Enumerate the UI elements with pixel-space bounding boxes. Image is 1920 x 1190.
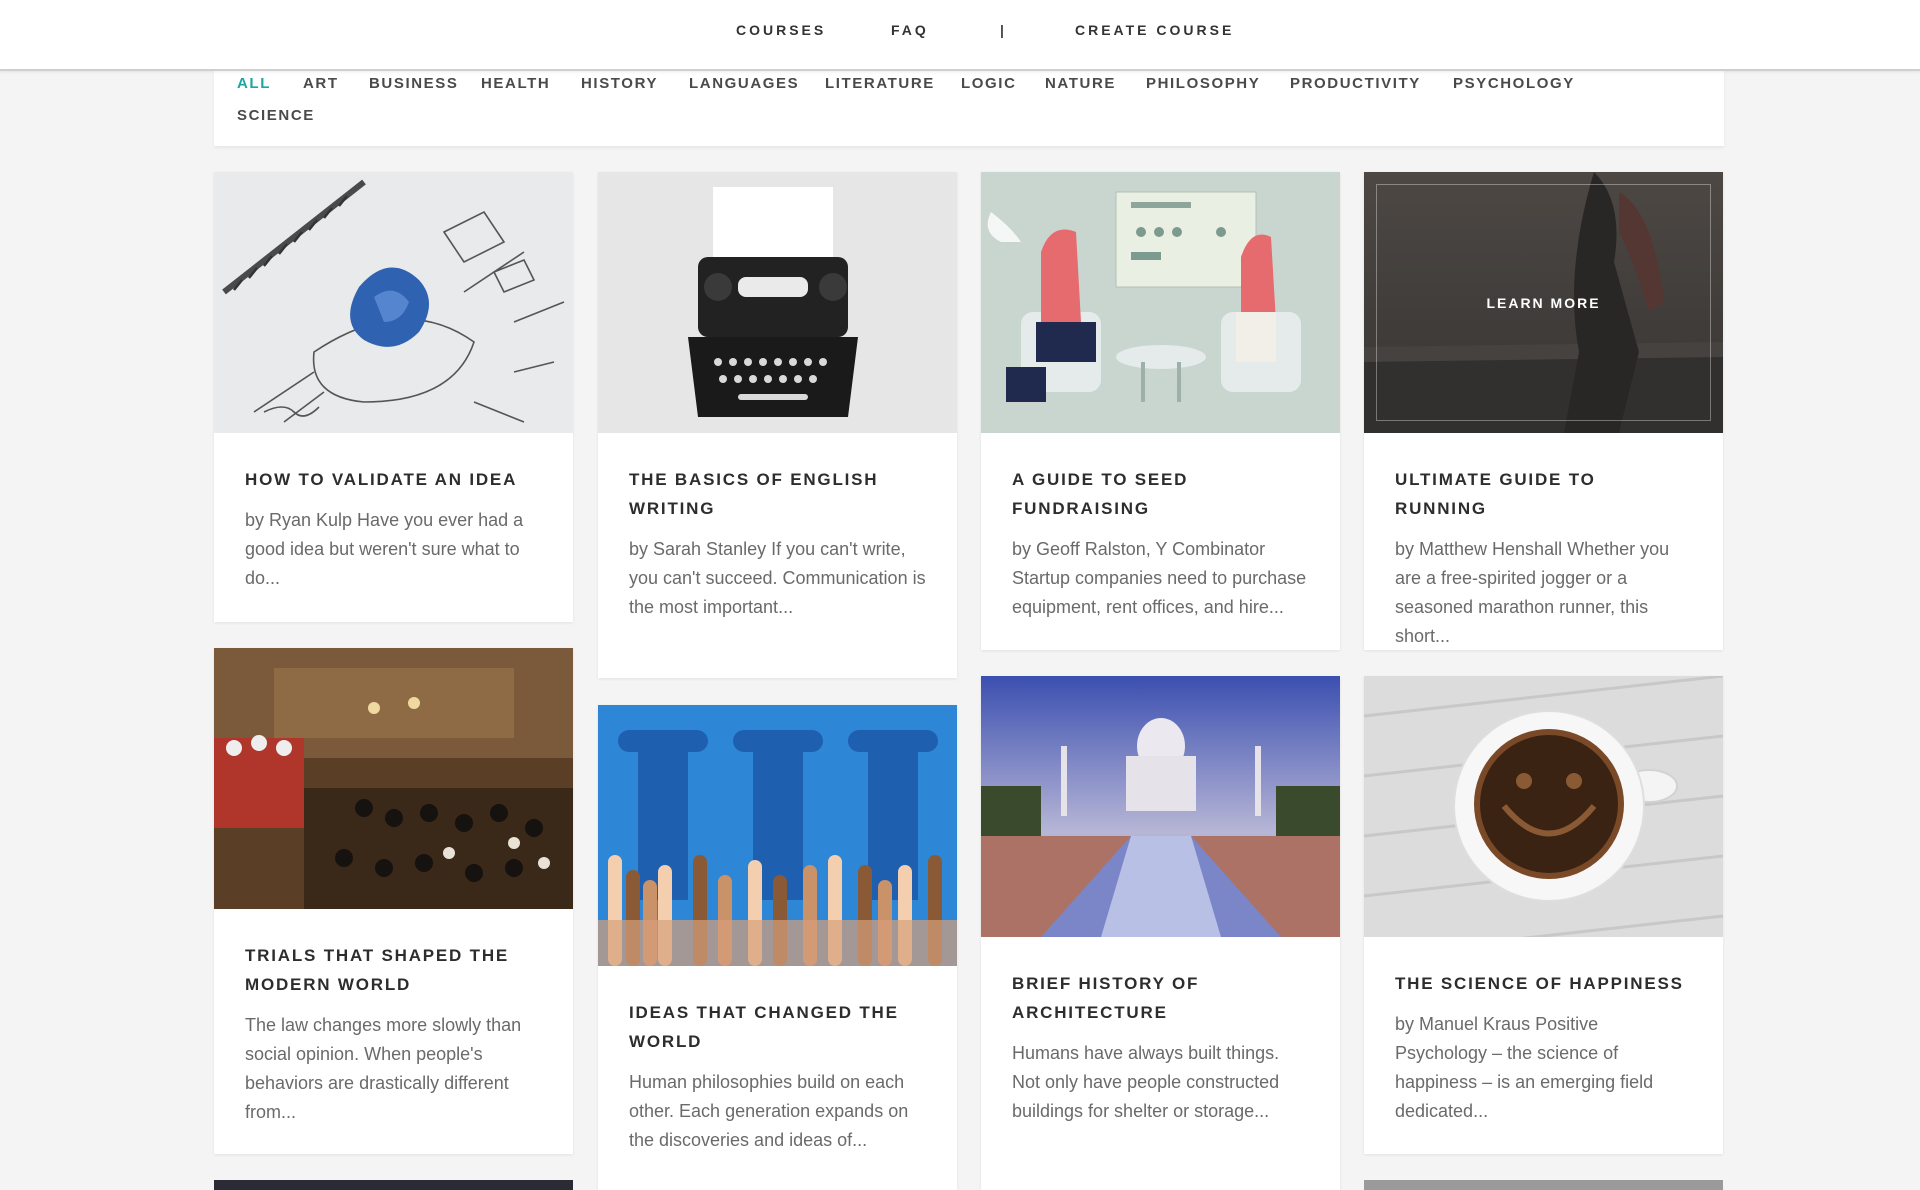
course-image-ideas — [598, 705, 957, 966]
category-psychology[interactable]: PSYCHOLOGY — [1453, 75, 1575, 92]
course-image-typewriter — [598, 172, 957, 433]
course-excerpt: by Ryan Kulp Have you ever had a good id… — [245, 510, 524, 588]
course-title[interactable]: THE SCIENCE OF HAPPINESS — [1395, 969, 1693, 998]
next-course-card-peek[interactable] — [214, 1180, 573, 1190]
category-history[interactable]: HISTORY — [581, 75, 658, 92]
course-card[interactable]: A GUIDE TO SEED FUNDRAISING by Geoff Ral… — [981, 172, 1340, 650]
category-all[interactable]: ALL — [237, 75, 271, 92]
course-title[interactable]: THE BASICS OF ENGLISH WRITING — [629, 465, 927, 523]
top-nav: COURSES FAQ | CREATE COURSE — [0, 0, 1920, 71]
course-image-fundraising — [981, 172, 1340, 433]
course-card[interactable]: TRIALS THAT SHAPED THE MODERN WORLD The … — [214, 648, 573, 1154]
course-excerpt: by Geoff Ralston, Y Combinator Startup c… — [1012, 539, 1307, 617]
course-title[interactable]: IDEAS THAT CHANGED THE WORLD — [629, 998, 927, 1056]
category-languages[interactable]: LANGUAGES — [689, 75, 799, 92]
course-title[interactable]: TRIALS THAT SHAPED THE MODERN WORLD — [245, 941, 543, 999]
course-title[interactable]: ULTIMATE GUIDE TO RUNNING — [1395, 465, 1693, 523]
category-business[interactable]: BUSINESS — [369, 75, 459, 92]
course-card[interactable]: HOW TO VALIDATE AN IDEA by Ryan Kulp Hav… — [214, 172, 573, 622]
course-image-taj-mahal — [981, 676, 1340, 937]
learn-more-overlay[interactable]: LEARN MORE — [1364, 172, 1723, 433]
category-science[interactable]: SCIENCE — [237, 107, 315, 124]
course-excerpt: by Sarah Stanley If you can't write, you… — [629, 539, 926, 617]
course-title[interactable]: BRIEF HISTORY OF ARCHITECTURE — [1012, 969, 1310, 1027]
course-card[interactable]: THE SCIENCE OF HAPPINESS by Manuel Kraus… — [1364, 676, 1723, 1154]
course-excerpt: Human philosophies build on each other. … — [629, 1072, 909, 1150]
nav-courses-link[interactable]: COURSES — [736, 22, 826, 38]
nav-separator: | — [1000, 22, 1004, 38]
course-card[interactable]: THE BASICS OF ENGLISH WRITING by Sarah S… — [598, 172, 957, 678]
course-title[interactable]: A GUIDE TO SEED FUNDRAISING — [1012, 465, 1310, 523]
nav-faq-link[interactable]: FAQ — [891, 22, 929, 38]
category-philosophy[interactable]: PHILOSOPHY — [1146, 75, 1260, 92]
course-image-coffee — [1364, 676, 1723, 937]
course-image-running: LEARN MORE — [1364, 172, 1723, 433]
course-excerpt: Humans have always built things. Not onl… — [1012, 1043, 1280, 1121]
course-excerpt: by Matthew Henshall Whether you are a fr… — [1395, 539, 1670, 646]
category-filter-bar: ALL ART BUSINESS HEALTH HISTORY LANGUAGE… — [214, 71, 1724, 146]
course-card[interactable]: IDEAS THAT CHANGED THE WORLD Human philo… — [598, 705, 957, 1190]
course-excerpt: by Manuel Kraus Positive Psychology – th… — [1395, 1014, 1654, 1121]
course-card[interactable]: BRIEF HISTORY OF ARCHITECTURE Humans hav… — [981, 676, 1340, 1190]
category-nature[interactable]: NATURE — [1045, 75, 1116, 92]
course-card[interactable]: LEARN MORE ULTIMATE GUIDE TO RUNNING by … — [1364, 172, 1723, 650]
next-course-card-peek[interactable] — [1364, 1180, 1723, 1190]
course-image-courtroom — [214, 648, 573, 909]
category-productivity[interactable]: PRODUCTIVITY — [1290, 75, 1421, 92]
nav-create-course-link[interactable]: CREATE COURSE — [1075, 22, 1234, 38]
course-image-idea — [214, 172, 573, 433]
category-health[interactable]: HEALTH — [481, 75, 550, 92]
category-art[interactable]: ART — [303, 75, 339, 92]
course-excerpt: The law changes more slowly than social … — [245, 1015, 522, 1122]
course-title[interactable]: HOW TO VALIDATE AN IDEA — [245, 465, 543, 494]
category-literature[interactable]: LITERATURE — [825, 75, 935, 92]
category-logic[interactable]: LOGIC — [961, 75, 1017, 92]
